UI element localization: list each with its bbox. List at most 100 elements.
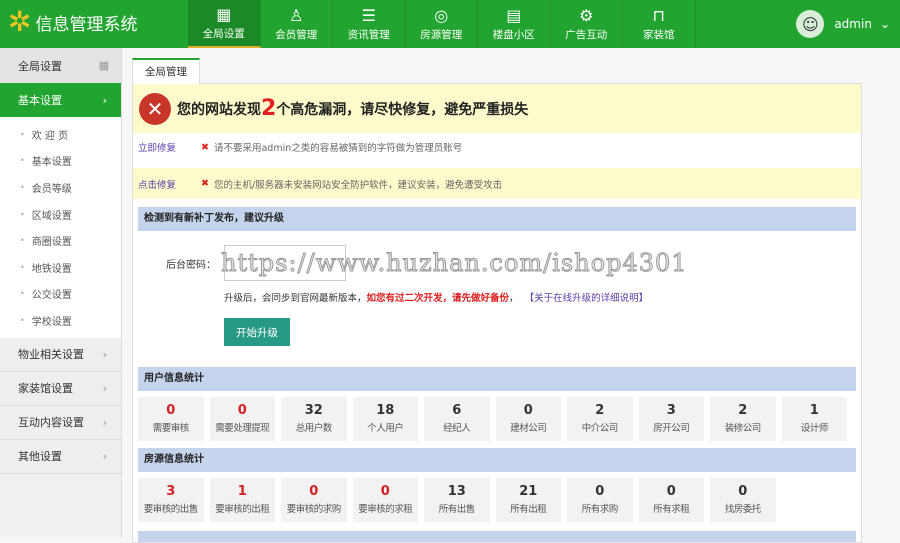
stat-card[interactable]: 3 房开公司 [638, 397, 704, 441]
stat-label: 所有出售 [438, 504, 476, 515]
calendar-icon[interactable]: ▦ [99, 59, 109, 72]
stat-card[interactable]: 18 个人用户 [352, 397, 418, 441]
issue-row: 点击修复 ✖ 您的主机/服务器未安装网站安全防护软件，建议安装，避免遭受攻击 [133, 168, 861, 199]
fix-link[interactable]: 点击修复 [138, 177, 201, 191]
stat-label: 总用户数 [295, 423, 333, 434]
nav-tab-label: 全局设置 [202, 27, 245, 40]
sidebar-group-label: 物业相关设置 [18, 348, 84, 362]
stat-card[interactable]: 1 设计师 [781, 397, 847, 441]
stat-value: 0 [237, 403, 247, 418]
logo[interactable]: ✲ 信息管理系统 [8, 8, 137, 36]
stat-card[interactable]: 0 所有求租 [638, 478, 704, 522]
alert-text-2: 个高危漏洞，请尽快修复，避免严重损失 [276, 101, 529, 118]
stat-label: 所有出租 [510, 504, 547, 515]
sidebar-submenu: 欢 迎 页基本设置会员等级区域设置商圈设置地铁设置公交设置学校设置 [0, 117, 121, 338]
nav-tab-label: 房源管理 [420, 28, 463, 41]
stat-card[interactable]: 2 中介公司 [567, 397, 633, 441]
user-stats: 0 需要审核 0 需要处理提现 32 总用户数 18 个人用户 6 经纪人 0 建材公司 2 中介公司 3 房… [138, 397, 856, 441]
sidebar-group[interactable]: 互动内容设置 › [0, 405, 121, 440]
stat-card[interactable]: 32 总用户数 [281, 397, 347, 441]
upgrade-section-header: 检测到有新补丁发布，建议升级 [138, 207, 856, 231]
chevron-right-icon: › [102, 347, 107, 361]
stat-value: 32 [304, 403, 323, 418]
app-title: 信息管理系统 [35, 14, 138, 35]
stat-card[interactable]: 0 建材公司 [495, 397, 561, 441]
sidebar-subitem[interactable]: 公交设置 [0, 281, 121, 308]
nav-tab[interactable]: ⊓ 家装馆 [623, 0, 696, 48]
main-content: 全局管理 ✕ 您的网站发现 2 个高危漏洞，请尽快修复，避免严重损失 立即修复 ✖ 请不… [132, 57, 862, 543]
note-comma: ， [509, 293, 519, 304]
nav-tab[interactable]: ◎ 房源管理 [406, 0, 478, 48]
stat-card[interactable]: 0 要审核的求租 [352, 478, 418, 522]
stat-label: 设计师 [800, 423, 829, 434]
user-menu[interactable]: ☺ admin ⌄ [796, 10, 890, 38]
stat-value: 3 [666, 403, 676, 418]
nav-tab[interactable]: ⚙ 广告互动 [551, 0, 623, 48]
stat-label: 要审核的出售 [143, 504, 199, 515]
sidebar-subitem[interactable]: 商圈设置 [0, 227, 121, 254]
chevron-right-icon: › [102, 415, 107, 429]
stat-card[interactable]: 1 要审核的出租 [209, 478, 275, 522]
tab-global-management[interactable]: 全局管理 [132, 58, 200, 84]
stat-label: 房开公司 [653, 423, 690, 434]
sidebar-item-basic-settings[interactable]: 基本设置 › [0, 83, 121, 117]
fix-link[interactable]: 立即修复 [138, 140, 201, 154]
stat-value: 0 [666, 484, 676, 499]
stat-value: 18 [376, 403, 395, 418]
stat-card[interactable]: 13 所有出售 [424, 478, 490, 522]
username: admin [834, 17, 872, 31]
stat-card[interactable]: 3 要审核的出售 [138, 478, 204, 522]
sidebar-subitem[interactable]: 地铁设置 [0, 254, 121, 281]
stat-label: 需要审核 [152, 423, 190, 434]
stat-card[interactable]: 2 装修公司 [710, 397, 776, 441]
stat-card[interactable]: 0 所有求购 [567, 478, 633, 522]
stat-card[interactable]: 0 要审核的求购 [281, 478, 347, 522]
nav-tab[interactable]: ▦ 全局设置 [188, 0, 261, 48]
sidebar-subitem[interactable]: 会员等级 [0, 174, 121, 201]
stat-label: 要审核的出租 [215, 504, 270, 515]
sidebar-group[interactable]: 家装馆设置 › [0, 371, 121, 406]
stat-value: 2 [738, 403, 748, 418]
house-stats: 3 要审核的出售 1 要审核的出租 0 要审核的求购 0 要审核的求租 13 所有出售 21 所有出租… [138, 478, 856, 522]
chevron-down-icon: ⌄ [879, 17, 890, 31]
stat-label: 经纪人 [443, 423, 471, 434]
sidebar-group[interactable]: 其他设置 › [0, 439, 121, 474]
issue-message: 请不要采用admin之类的容易被猜到的字符做为管理员账号 [213, 143, 463, 154]
sidebar-subitem[interactable]: 基本设置 [0, 148, 121, 175]
nav-tab[interactable]: ♙ 会员管理 [261, 0, 333, 48]
stat-value: 21 [519, 484, 538, 499]
avatar: ☺ [796, 10, 825, 38]
nav-tab-label: 会员管理 [275, 28, 318, 41]
stat-value: 2 [595, 403, 605, 418]
star-logo-icon: ✲ [8, 5, 32, 38]
stat-label: 中介公司 [581, 423, 619, 434]
bag-icon: ⊓ [652, 5, 665, 25]
stat-value: 0 [595, 484, 605, 499]
stat-label: 所有求租 [653, 504, 690, 515]
nav-tab[interactable]: ▤ 楼盘小区 [478, 0, 551, 48]
sidebar-subitem[interactable]: 学校设置 [0, 307, 121, 334]
start-upgrade-button[interactable]: 开始升级 [224, 318, 290, 346]
issue-message: 您的主机/服务器未安装网站安全防护软件，建议安装，避免遭受攻击 [213, 179, 503, 191]
upgrade-details-link[interactable]: 【关于在线升级的详细说明】 [525, 293, 649, 304]
stat-label: 找房委托 [724, 504, 762, 515]
sidebar-group[interactable]: 物业相关设置 › [0, 337, 121, 372]
stat-card[interactable]: 0 需要审核 [138, 397, 204, 441]
stat-label: 装修公司 [724, 423, 762, 434]
security-alert: ✕ 您的网站发现 2 个高危漏洞，请尽快修复，避免严重损失 [133, 84, 861, 133]
stat-card[interactable]: 0 找房委托 [710, 478, 776, 522]
sidebar-subitem[interactable]: 区域设置 [0, 201, 121, 228]
stat-card[interactable]: 6 经纪人 [424, 397, 490, 441]
chevron-right-icon: › [102, 381, 107, 395]
stat-card[interactable]: 21 所有出租 [495, 478, 561, 522]
sidebar-subitem[interactable]: 欢 迎 页 [0, 121, 121, 148]
sidebar-item-label: 基本设置 [18, 94, 62, 107]
admin-password-input[interactable] [224, 245, 346, 281]
user-icon: ♙ [289, 5, 304, 25]
stat-label: 所有求购 [581, 504, 619, 515]
stat-card[interactable]: 0 需要处理提现 [209, 397, 275, 441]
nav-tab-label: 家装馆 [643, 28, 675, 41]
next-section-header [138, 531, 856, 542]
issue-row: 立即修复 ✖ 请不要采用admin之类的容易被猜到的字符做为管理员账号 [133, 133, 861, 161]
nav-tab[interactable]: ☰ 资讯管理 [333, 0, 406, 48]
